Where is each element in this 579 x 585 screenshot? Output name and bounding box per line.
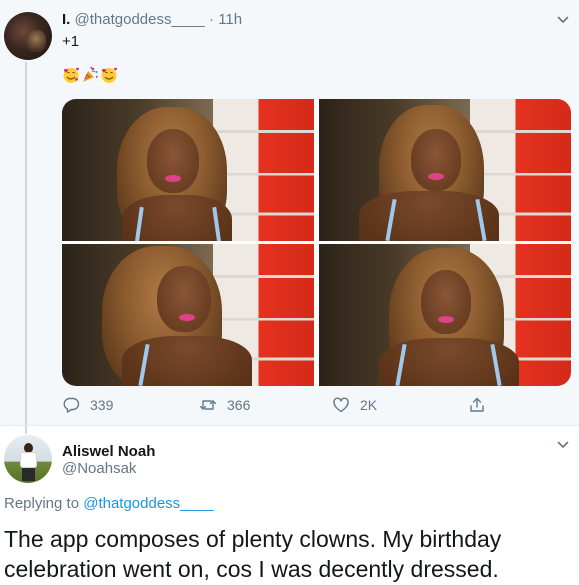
author-handle[interactable]: @thatgoddess____ xyxy=(75,11,205,28)
retweet-icon xyxy=(199,400,217,410)
retweet-count: 366 xyxy=(227,397,251,413)
like-count: 2K xyxy=(360,397,378,413)
photo-2[interactable] xyxy=(319,99,571,241)
avatar[interactable] xyxy=(4,435,52,483)
author-handle[interactable]: @Noahsak xyxy=(62,460,136,478)
photo-face xyxy=(421,270,471,334)
photo-1[interactable] xyxy=(62,99,314,241)
tweet-timestamp[interactable]: 11h xyxy=(218,11,242,28)
avatar[interactable] xyxy=(4,12,52,60)
photo-face xyxy=(157,266,211,332)
author-name[interactable]: I. xyxy=(62,11,70,28)
replying-to-line: Replying to @thatgoddess____ xyxy=(4,494,214,514)
replying-to-handle-link[interactable]: @thatgoddess____ xyxy=(83,495,213,512)
parent-tweet[interactable]: I. @thatgoddess____ · 11h +1 339 366 2K xyxy=(0,0,579,434)
tweet-actions: 339 366 2K xyxy=(62,396,532,416)
like-button[interactable]: 2K xyxy=(332,396,377,414)
replying-to-label: Replying to xyxy=(4,495,80,512)
share-icon xyxy=(470,397,484,412)
thread-connector-line xyxy=(25,62,27,434)
avatar-portrait xyxy=(26,30,46,52)
heart-icon xyxy=(333,397,349,413)
photo-3[interactable] xyxy=(62,244,314,386)
reply-icon xyxy=(63,397,80,413)
avatar-person-shirt xyxy=(20,452,37,468)
tweet-text: The app composes of plenty clowns. My bi… xyxy=(4,526,502,582)
separator-dot: · xyxy=(209,11,215,28)
chevron-down-icon[interactable] xyxy=(557,439,569,451)
tweet-header: I. @thatgoddess____ · 11h xyxy=(62,10,242,30)
photo-lips xyxy=(179,314,195,321)
photo-lips xyxy=(165,175,181,182)
smiling-face-with-hearts-emoji xyxy=(101,67,117,83)
tweet-text: +1 xyxy=(62,33,80,50)
party-popper-emoji xyxy=(83,67,98,82)
chevron-down-icon[interactable] xyxy=(557,14,569,26)
smiling-face-with-hearts-emoji xyxy=(63,67,79,83)
reply-count: 339 xyxy=(90,397,114,413)
retweet-button[interactable]: 366 xyxy=(199,396,250,414)
share-button[interactable] xyxy=(468,396,486,414)
photo-lips xyxy=(428,173,444,180)
tweet-divider xyxy=(0,425,579,426)
avatar-person-legs xyxy=(22,468,35,481)
photo-face xyxy=(147,129,199,193)
photo-4[interactable] xyxy=(319,244,571,386)
reply-button[interactable]: 339 xyxy=(62,396,113,414)
photo-lips xyxy=(438,316,454,323)
author-name[interactable]: Aliswel Noah xyxy=(62,443,155,461)
emoji-row xyxy=(62,66,118,84)
photo-face xyxy=(411,129,461,191)
photo-grid xyxy=(62,99,571,386)
